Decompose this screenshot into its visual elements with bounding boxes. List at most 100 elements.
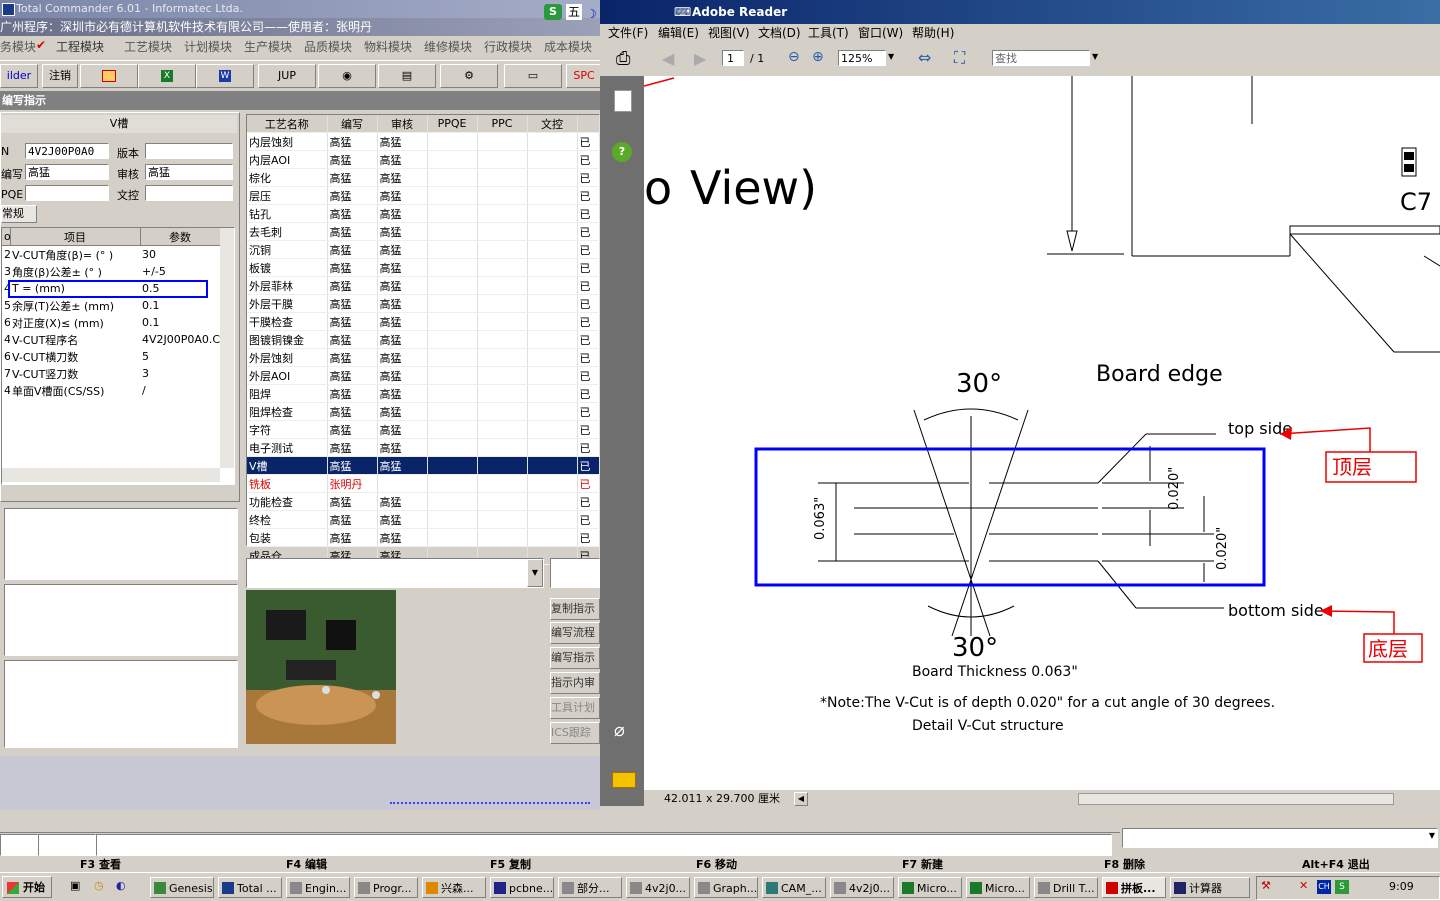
param-value[interactable]: 0.1	[140, 314, 220, 331]
taskbar-button[interactable]: pcbne...	[490, 877, 554, 898]
table-row[interactable]: 图镀铜镍金 高猛 高猛已	[247, 330, 600, 349]
spc-button[interactable]: SPC	[566, 64, 602, 88]
tray-s-icon[interactable]: S	[1335, 880, 1349, 894]
menu-help[interactable]: 帮助(H)	[912, 24, 954, 42]
table-row[interactable]: 沉铜 高猛 高猛已	[247, 240, 600, 259]
menu-file[interactable]: 文件(F)	[608, 24, 648, 42]
table-row[interactable]: 外层菲林 高猛 高猛已	[247, 276, 600, 295]
table-row[interactable]: V槽 高猛 高猛已	[247, 456, 600, 475]
menu-document[interactable]: 文档(D)	[758, 24, 801, 42]
table-row[interactable]: 板镀 高猛 高猛已	[247, 258, 600, 277]
module-tab[interactable]: 务模块	[0, 38, 36, 55]
tools-button[interactable]: ⚙	[440, 64, 498, 88]
table-row[interactable]: 钻孔 高猛 高猛已	[247, 204, 600, 223]
taskbar-button[interactable]: Drill T...	[1034, 877, 1098, 898]
zoom-input[interactable]: 125%	[838, 50, 886, 66]
f7-new-button[interactable]: F7 新建	[902, 856, 943, 872]
ime-keyboard-icon[interactable]: ⌨	[674, 0, 691, 24]
ime-s-icon[interactable]: S	[544, 4, 562, 20]
taskbar-button[interactable]: Total ...	[218, 877, 282, 898]
find-input[interactable]: 查找	[992, 50, 1090, 66]
module-tab-engineering[interactable]: 工程模块	[56, 38, 104, 55]
scroll-left-icon[interactable]: ◀	[794, 792, 808, 806]
table-row[interactable]: 6 对正度(X)≤ (mm) 0.1	[2, 314, 220, 331]
param-value[interactable]: 3	[140, 365, 220, 382]
tc-cmd-box-1[interactable]	[0, 834, 38, 856]
table-row[interactable]: 阻焊检查 高猛 高猛已	[247, 402, 600, 421]
param-value[interactable]: 0.1	[140, 297, 220, 314]
ime-mode-indicator[interactable]: 五	[566, 4, 583, 20]
table-row[interactable]: 铣板 张明丹 已	[247, 474, 600, 493]
table-row[interactable]: 外层干膜 高猛 高猛已	[247, 294, 600, 313]
report-button[interactable]	[80, 64, 138, 88]
table-row[interactable]: 内层AOI 高猛 高猛已	[247, 150, 600, 169]
tray-tool-icon[interactable]: ⚒	[1261, 879, 1271, 892]
f5-copy-button[interactable]: F5 复制	[490, 856, 531, 872]
table-row[interactable]: 4 单面V槽面(CS/SS) /	[2, 382, 220, 399]
table-row[interactable]: 去毛刺 高猛 高猛已	[247, 222, 600, 241]
module-tab[interactable]: 生产模块	[244, 38, 292, 55]
comments-icon[interactable]	[612, 772, 636, 788]
module-tab[interactable]: 物料模块	[364, 38, 412, 55]
f8-delete-button[interactable]: F8 删除	[1104, 856, 1145, 872]
table-row[interactable]: 功能检查 高猛 高猛已	[247, 492, 600, 511]
tc-command-line[interactable]	[96, 834, 1112, 856]
taskbar-button[interactable]: 4v2j0...	[626, 877, 690, 898]
tc-cmd-box-2[interactable]	[38, 834, 96, 856]
instruction-review-button[interactable]: 指示内审	[550, 672, 600, 694]
module-tab[interactable]: 工艺模块	[124, 38, 172, 55]
table-row[interactable]: 字符 高猛 高猛已	[247, 420, 600, 439]
chevron-down-icon[interactable]: ▼	[1429, 831, 1435, 840]
zoom-in-icon[interactable]: ⊕	[812, 49, 824, 65]
table-row[interactable]: 终检 高猛 高猛已	[247, 510, 600, 529]
start-button[interactable]: 开始	[2, 876, 52, 898]
menu-view[interactable]: 视图(V)	[708, 24, 750, 42]
next-page-icon[interactable]: ▶	[694, 49, 706, 68]
write-process-button[interactable]: 编写流程	[550, 622, 600, 644]
table-row[interactable]: 3 角度(β)公差± (° ) +/-5	[2, 263, 220, 280]
process-dropdown[interactable]: ▼	[246, 558, 544, 588]
builder-button[interactable]: ilder	[0, 64, 38, 88]
taskbar-button[interactable]: Engin...	[286, 877, 350, 898]
quicklaunch-ie-icon[interactable]: ◐	[116, 879, 126, 892]
fit-page-icon[interactable]: ⛶	[954, 48, 965, 68]
param-value[interactable]: 5	[140, 348, 220, 365]
module-tab[interactable]: 维修模块	[424, 38, 472, 55]
pages-icon[interactable]	[614, 90, 632, 112]
menu-edit[interactable]: 编辑(E)	[658, 24, 699, 42]
tab-general[interactable]: 常规	[1, 205, 37, 223]
module-tab[interactable]: 行政模块	[484, 38, 532, 55]
prev-page-icon[interactable]: ◀	[662, 49, 674, 68]
pn-field[interactable]: 4V2J00P0A0	[25, 143, 109, 159]
table-row[interactable]: 干膜检查 高猛 高猛已	[247, 312, 600, 331]
taskbar-button[interactable]: 拼板...	[1102, 877, 1166, 898]
module-tab[interactable]: 品质模块	[304, 38, 352, 55]
param-value[interactable]: +/-5	[140, 263, 220, 280]
database-button[interactable]: ▤	[378, 64, 436, 88]
fit-width-icon[interactable]: ⇔	[918, 48, 931, 67]
writer-field[interactable]: 高猛	[25, 164, 109, 180]
doc-control-field[interactable]	[145, 185, 233, 201]
note-box-3[interactable]	[4, 660, 238, 748]
table-row[interactable]: 5 余厚(T)公差± (mm) 0.1	[2, 297, 220, 314]
tool-plan-button[interactable]: 工具计划	[550, 697, 600, 719]
table-row[interactable]: 电子测试 高猛 高猛已	[247, 438, 600, 457]
aux-field[interactable]	[550, 558, 600, 588]
table-row[interactable]: 6 V-CUT横刀数 5	[2, 348, 220, 365]
tray-ch-icon[interactable]: CH	[1317, 880, 1331, 894]
taskbar-button[interactable]: Genesis	[150, 877, 214, 898]
logout-button[interactable]: 注销	[42, 64, 78, 88]
taskbar-button[interactable]: 4v2j0...	[830, 877, 894, 898]
f3-view-button[interactable]: F3 查看	[80, 856, 121, 872]
pdf-document-view[interactable]: o View) C7 Board edge 30° 30° top side b…	[644, 76, 1440, 790]
taskbar-button[interactable]: 部分...	[558, 877, 622, 898]
table-row[interactable]: 外层AOI 高猛 高猛已	[247, 366, 600, 385]
taskbar-button[interactable]: Micro...	[966, 877, 1030, 898]
version-field[interactable]	[145, 143, 233, 159]
zoom-dropdown-icon[interactable]: ▼	[888, 52, 894, 61]
jup-button[interactable]: JUP	[258, 64, 316, 88]
page-number-input[interactable]: 1	[722, 50, 744, 66]
ppqe-field[interactable]	[25, 185, 109, 201]
review-field[interactable]: 高猛	[145, 164, 233, 180]
excel-button[interactable]: X	[138, 64, 196, 88]
